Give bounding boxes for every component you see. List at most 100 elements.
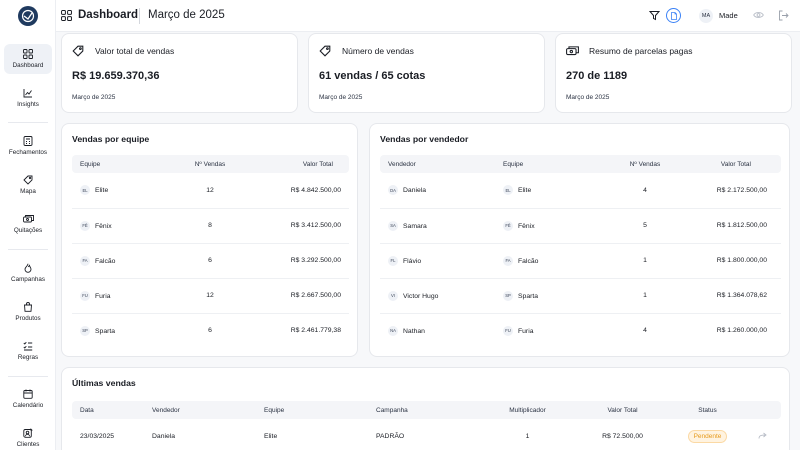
seller-badge: FL [388, 255, 398, 266]
column-header: Equipe [256, 401, 368, 419]
seller-badge: NA [388, 325, 398, 336]
forward-arrow-icon[interactable] [758, 432, 768, 440]
sidebar-item-label: Clientes [16, 441, 40, 448]
kpi-value: R$ 19.659.370,36 [72, 70, 160, 82]
app-logo[interactable] [18, 6, 38, 26]
table-row[interactable]: VI Victor Hugo SP Sparta 1 R$ 1.364.078,62 [380, 278, 781, 314]
logout-icon[interactable] [778, 10, 789, 21]
sale-date: 23/03/2025 [80, 433, 115, 440]
sidebar-divider [8, 376, 48, 377]
seller-badge: SA [388, 220, 398, 231]
status-badge: Pendente [687, 430, 728, 443]
team-name: Falcão [95, 257, 116, 265]
kpi-label: Resumo de parcelas pagas [589, 46, 693, 56]
sidebar-item-fechamentos[interactable]: Fechamentos [4, 131, 52, 161]
sale-total: R$ 72.500,00 [602, 433, 643, 440]
table-row[interactable]: FU Furia 12 R$ 2.667.500,00 [72, 278, 349, 314]
team-name: Fênix [95, 222, 112, 230]
sidebar-divider [8, 249, 48, 250]
sales-count: 1 [605, 243, 685, 279]
period-label: Março de 2025 [148, 9, 225, 21]
calculator-icon [23, 136, 33, 146]
sidebar-item-label: Quitações [13, 227, 43, 234]
team-badge: FÊ [80, 220, 90, 231]
sales-count: 8 [160, 208, 260, 244]
page-title: Dashboard [78, 9, 139, 21]
kpi-card-installments: Resumo de parcelas pagas 270 de 1189 Mar… [555, 33, 792, 113]
seller-name: Victor Hugo [403, 292, 439, 300]
team-badge: FU [80, 290, 90, 301]
kpi-period: Março de 2025 [566, 94, 610, 101]
column-header: Equipe [495, 155, 605, 173]
seller-name: Daniela [403, 187, 427, 195]
table-row[interactable]: NA Nathan FU Furia 4 R$ 1.260.000,00 [380, 313, 781, 348]
kpi-period: Março de 2025 [319, 94, 363, 101]
tag-icon [72, 45, 84, 57]
team-sales-card: Vendas por equipe Equipe Nº Vendas Valor… [61, 123, 358, 357]
sales-total: R$ 2.667.500,00 [260, 278, 349, 314]
sidebar-item-campanhas[interactable]: Campanhas [4, 258, 52, 288]
column-header: Valor Total [685, 155, 781, 173]
grid-icon [23, 49, 33, 59]
title-divider [139, 8, 140, 24]
sidebar-item-mapa[interactable]: Mapa [4, 170, 52, 200]
team-badge: SP [80, 325, 90, 336]
team-name: Elite [95, 187, 109, 195]
table-row[interactable]: FL Flávio FA Falcão 1 R$ 1.800.000,00 [380, 243, 781, 279]
sales-count: 4 [643, 327, 647, 335]
seller-name: Daniela [152, 433, 176, 440]
seller-badge: DA [388, 185, 398, 196]
avatar[interactable]: MA [699, 9, 713, 23]
team-badge: EL [503, 185, 513, 196]
table-row[interactable]: SP Sparta 6 R$ 2.461.779,38 [72, 313, 349, 348]
column-header-actions [745, 401, 781, 419]
sidebar-item-label: Regras [17, 354, 39, 361]
team-name: Sparta [518, 292, 539, 300]
eye-icon[interactable] [753, 11, 764, 19]
report-button[interactable] [666, 8, 681, 23]
team-badge: FU [503, 325, 513, 336]
sidebar-item-dashboard[interactable]: Dashboard [4, 44, 52, 74]
team-badge: FÊ [503, 220, 513, 231]
user-name[interactable]: Made [719, 11, 738, 20]
flame-icon [23, 263, 33, 273]
sales-count: 4 [605, 173, 685, 209]
team-name: Falcão [518, 257, 539, 265]
table-row[interactable]: DA Daniela EL Elite 4 R$ 2.172.500,00 [380, 173, 781, 209]
sidebar-item-quitacoes[interactable]: Quitações [4, 209, 52, 239]
column-header: Vendedor [380, 155, 495, 173]
column-header: Status [670, 401, 745, 419]
kpi-label: Valor total de vendas [95, 46, 175, 56]
sidebar-item-calendario[interactable]: Calendário [4, 384, 52, 414]
seller-name: Nathan [403, 327, 425, 335]
sidebar-item-clientes[interactable]: Clientes [4, 423, 52, 450]
sidebar-item-insights[interactable]: Insights [4, 83, 52, 113]
table-row[interactable]: EL Elite 12 R$ 4.842.500,00 [72, 173, 349, 209]
grid-icon [61, 10, 72, 21]
chart-icon [23, 88, 33, 98]
table-row[interactable]: SA Samara FÊ Fênix 5 R$ 1.812.500,00 [380, 208, 781, 244]
sidebar-item-produtos[interactable]: Produtos [4, 297, 52, 327]
team-name: Elite [264, 433, 278, 440]
sidebar-item-regras[interactable]: Regras [4, 336, 52, 366]
table-row[interactable]: FÊ Fênix 8 R$ 3.412.500,00 [72, 208, 349, 244]
column-header: Valor Total [575, 401, 670, 419]
user-edit-icon [23, 428, 33, 438]
money-icon [22, 214, 34, 224]
table-row[interactable]: 23/03/2025 Daniela Elite PADRÃO 1 R$ 72.… [72, 419, 781, 450]
tag-icon [23, 175, 33, 185]
filter-icon[interactable] [649, 10, 660, 21]
sales-total: R$ 3.292.500,00 [260, 243, 349, 279]
sales-total: R$ 4.842.500,00 [260, 173, 349, 209]
recent-sales-card: Últimas vendas Data Vendedor Equipe Camp… [61, 367, 790, 450]
card-title: Últimas vendas [72, 378, 136, 388]
seller-badge: VI [388, 290, 398, 301]
sidebar-divider [8, 122, 48, 123]
team-name: Elite [518, 187, 532, 195]
card-title: Vendas por vendedor [380, 134, 469, 144]
multiplier: 1 [525, 433, 530, 440]
calendar-icon [23, 389, 33, 399]
column-header: Data [72, 401, 144, 419]
table-row[interactable]: FA Falcão 6 R$ 3.292.500,00 [72, 243, 349, 279]
sales-total: R$ 2.172.500,00 [685, 173, 781, 209]
